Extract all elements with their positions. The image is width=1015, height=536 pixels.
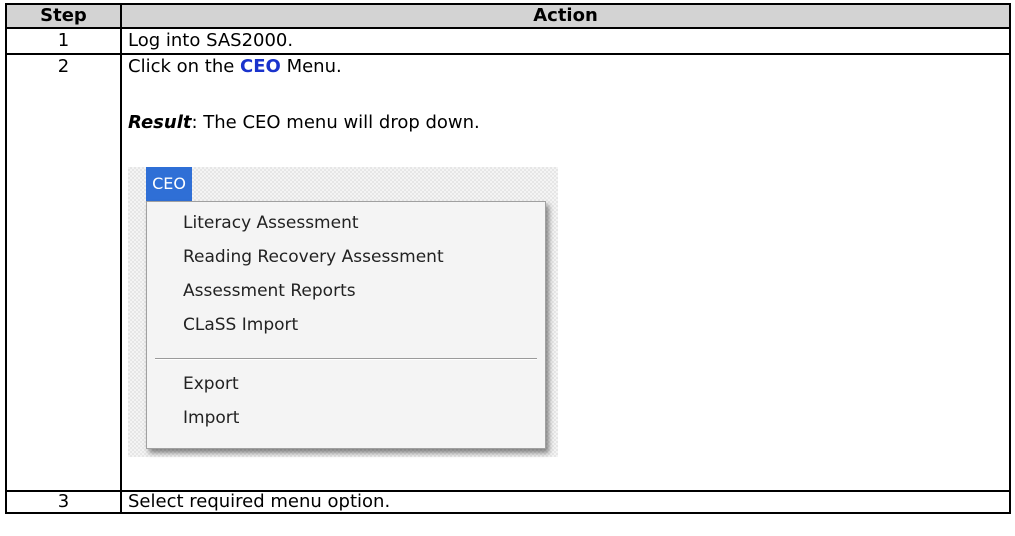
step-number: 1 xyxy=(5,27,122,55)
header-action: Action xyxy=(120,3,1011,29)
procedure-table: Step Action 1 Log into SAS2000. 2 Click … xyxy=(5,3,1011,514)
result-label: Result xyxy=(128,112,192,133)
table-row: 3 Select required menu option. xyxy=(5,490,1011,514)
ceo-menu-tab[interactable]: CEO xyxy=(146,167,192,201)
action-prefix: Click on the xyxy=(128,56,241,77)
menu-item-reading-recovery-assessment[interactable]: Reading Recovery Assessment xyxy=(183,247,444,267)
menu-item-class-import[interactable]: CLaSS Import xyxy=(183,315,298,335)
step-number: 2 xyxy=(5,53,122,492)
menu-item-literacy-assessment[interactable]: Literacy Assessment xyxy=(183,213,359,233)
table-row: 1 Log into SAS2000. xyxy=(5,27,1011,55)
step-action: Select required menu option. xyxy=(120,490,1011,514)
result-text: : The CEO menu will drop down. xyxy=(191,112,480,133)
header-step: Step xyxy=(5,3,122,29)
step-action-cell: Click on the CEO Menu. Result: The CEO m… xyxy=(120,53,1011,492)
step-action: Click on the CEO Menu. xyxy=(128,55,1003,79)
table-row: 2 Click on the CEO Menu. Result: The CEO… xyxy=(5,53,1011,492)
menu-separator xyxy=(155,358,537,360)
menu-command-ceo: CEO xyxy=(240,56,281,77)
ceo-menu-screenshot: CEO Literacy Assessment Reading Recovery… xyxy=(128,167,558,457)
menu-item-assessment-reports[interactable]: Assessment Reports xyxy=(183,281,356,301)
step-action: Log into SAS2000. xyxy=(120,27,1011,55)
ceo-dropdown-menu: Literacy Assessment Reading Recovery Ass… xyxy=(146,201,546,449)
menu-item-export[interactable]: Export xyxy=(183,374,239,394)
action-suffix: Menu. xyxy=(280,56,342,77)
menu-item-import[interactable]: Import xyxy=(183,408,239,428)
header-row: Step Action xyxy=(5,3,1011,29)
result-line: Result: The CEO menu will drop down. xyxy=(128,111,1003,135)
step-number: 3 xyxy=(5,490,122,514)
